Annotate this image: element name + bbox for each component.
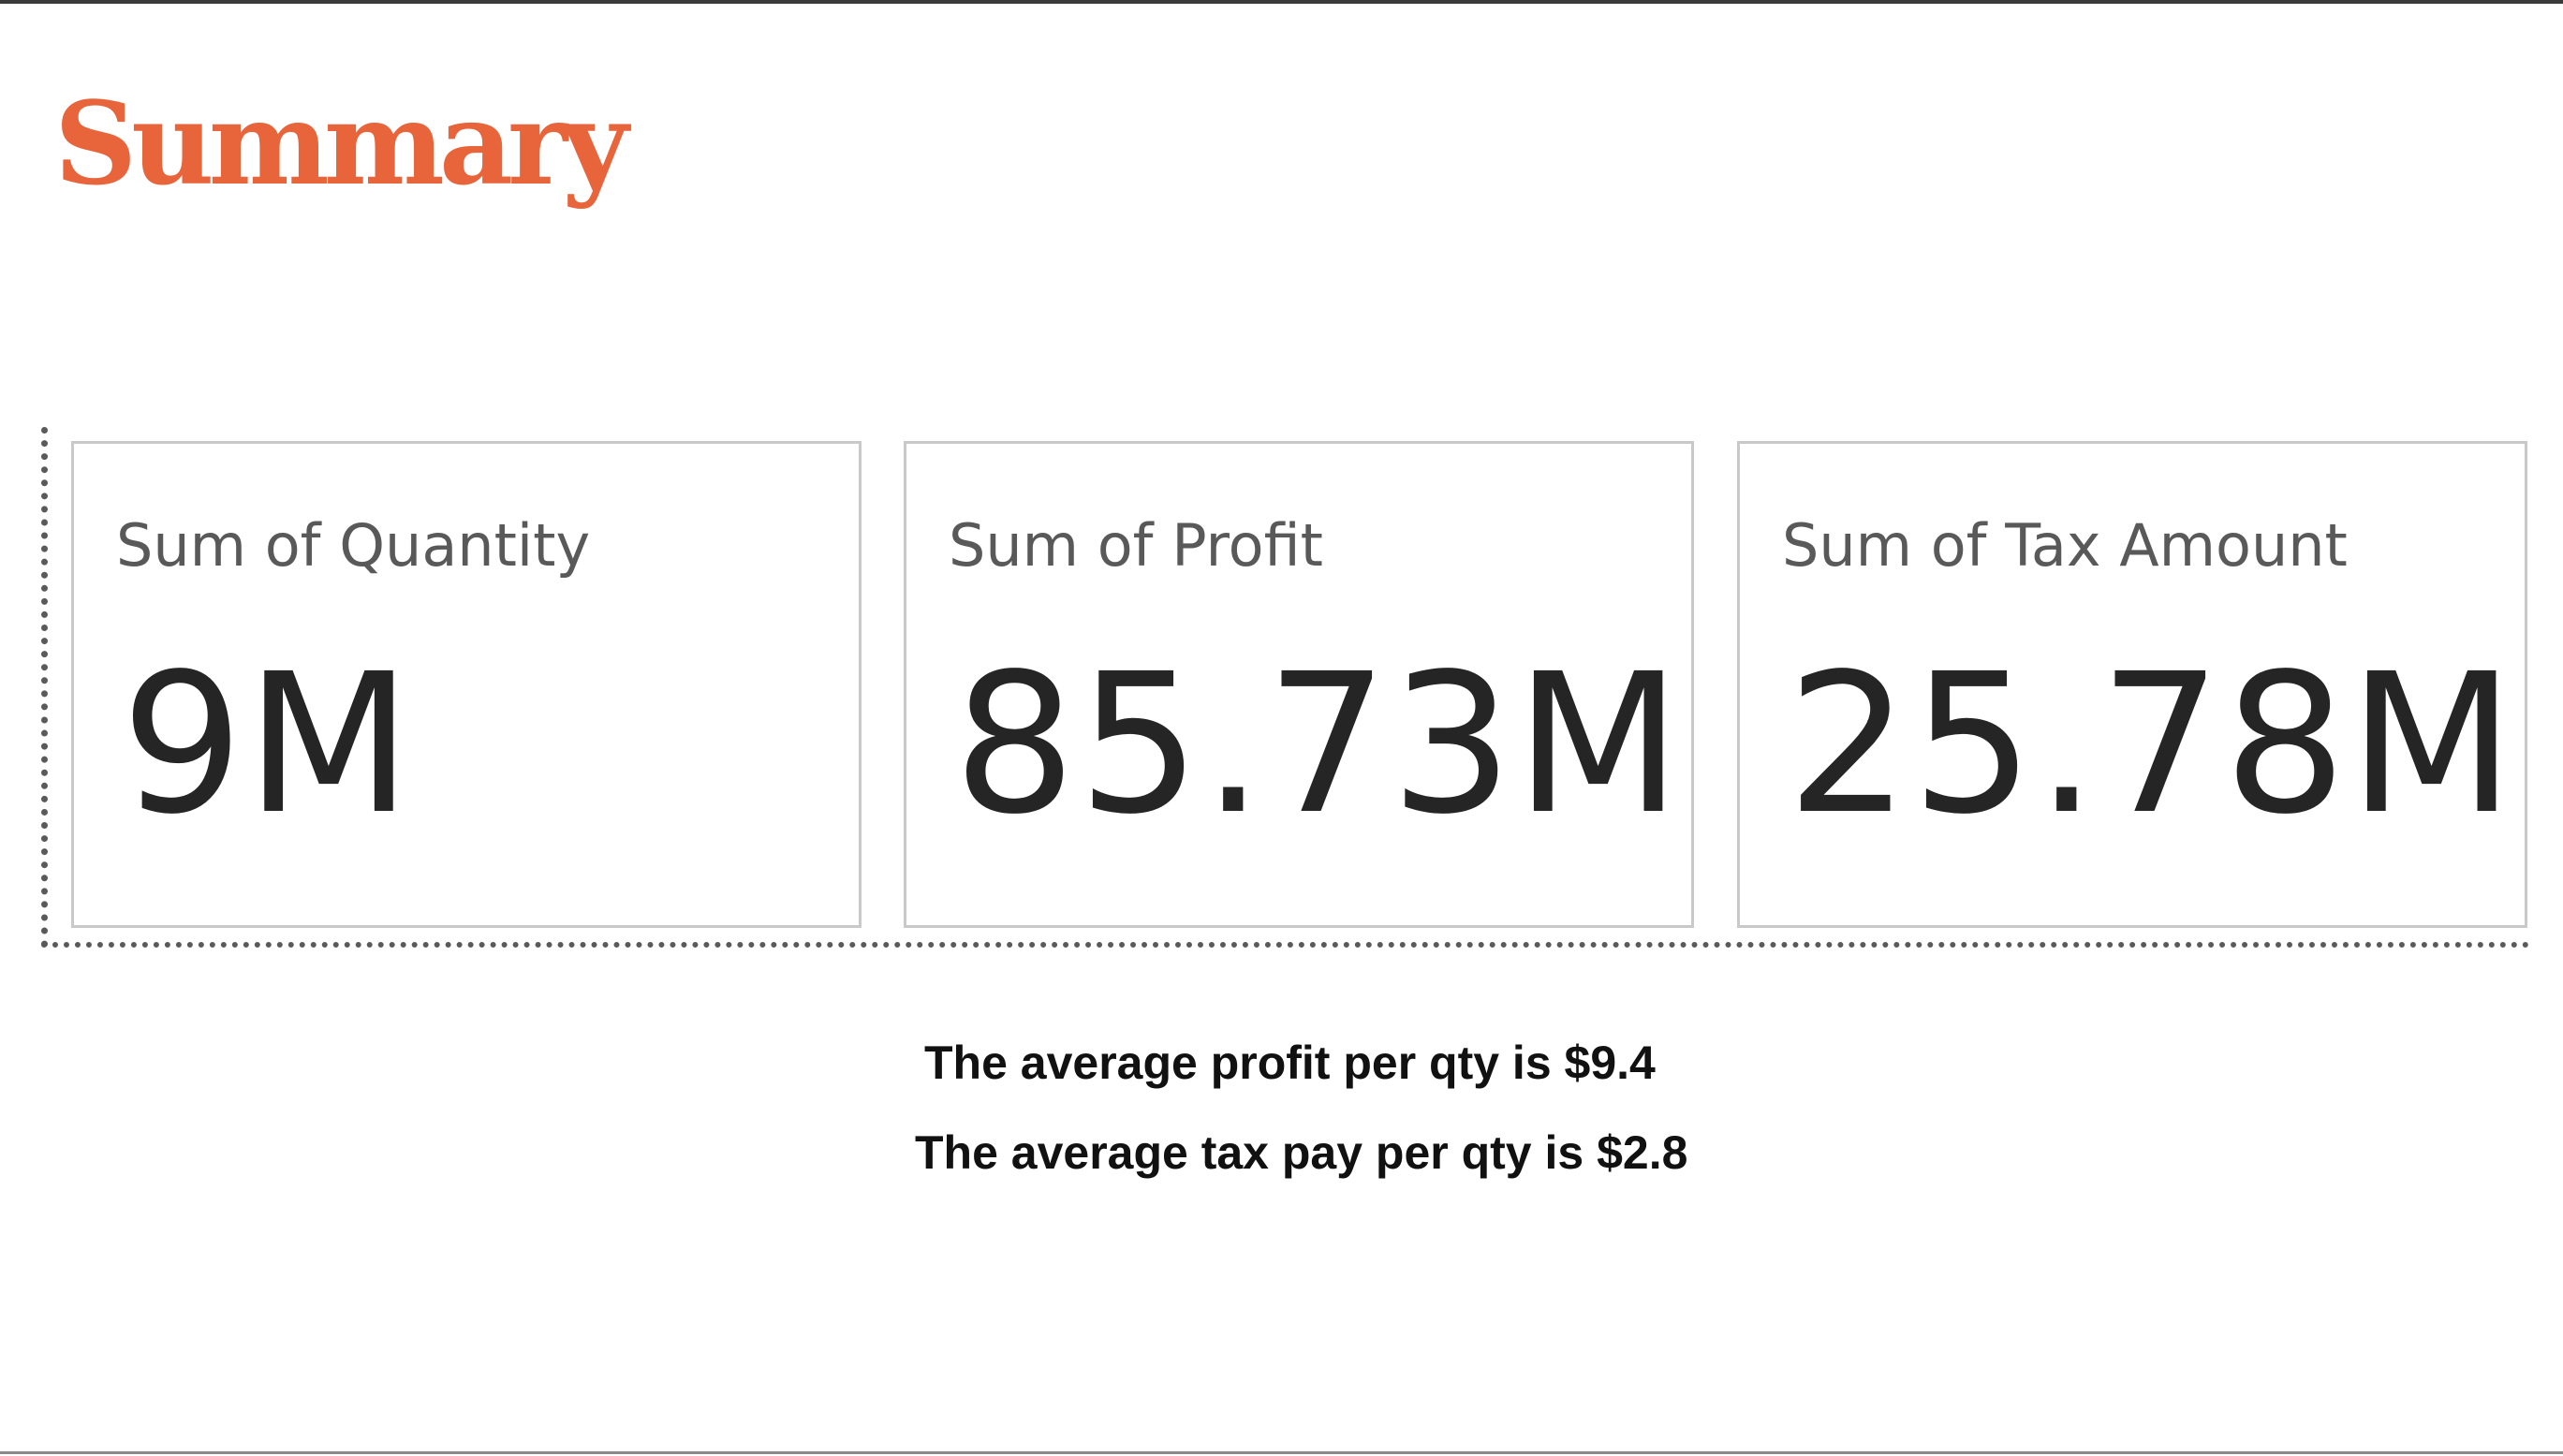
- card-label: Sum of Tax Amount: [1782, 511, 2348, 580]
- card-sum-of-quantity[interactable]: Sum of Quantity 9M: [71, 441, 862, 928]
- bottom-divider: [0, 1451, 2563, 1454]
- card-sum-of-profit[interactable]: Sum of Profit 85.73M: [904, 441, 1694, 928]
- card-value: 85.73M: [953, 632, 1684, 857]
- card-label: Sum of Quantity: [116, 511, 591, 580]
- page-title: Summary: [54, 76, 628, 211]
- average-profit-note: The average profit per qty is $9.4: [924, 1037, 1656, 1089]
- average-tax-note: The average tax pay per qty is $2.8: [915, 1126, 1688, 1179]
- top-divider: [0, 0, 2563, 4]
- card-label: Sum of Profit: [949, 511, 1323, 580]
- card-value: 25.78M: [1787, 632, 2517, 857]
- card-value: 9M: [121, 632, 414, 857]
- card-sum-of-tax-amount[interactable]: Sum of Tax Amount 25.78M: [1737, 441, 2527, 928]
